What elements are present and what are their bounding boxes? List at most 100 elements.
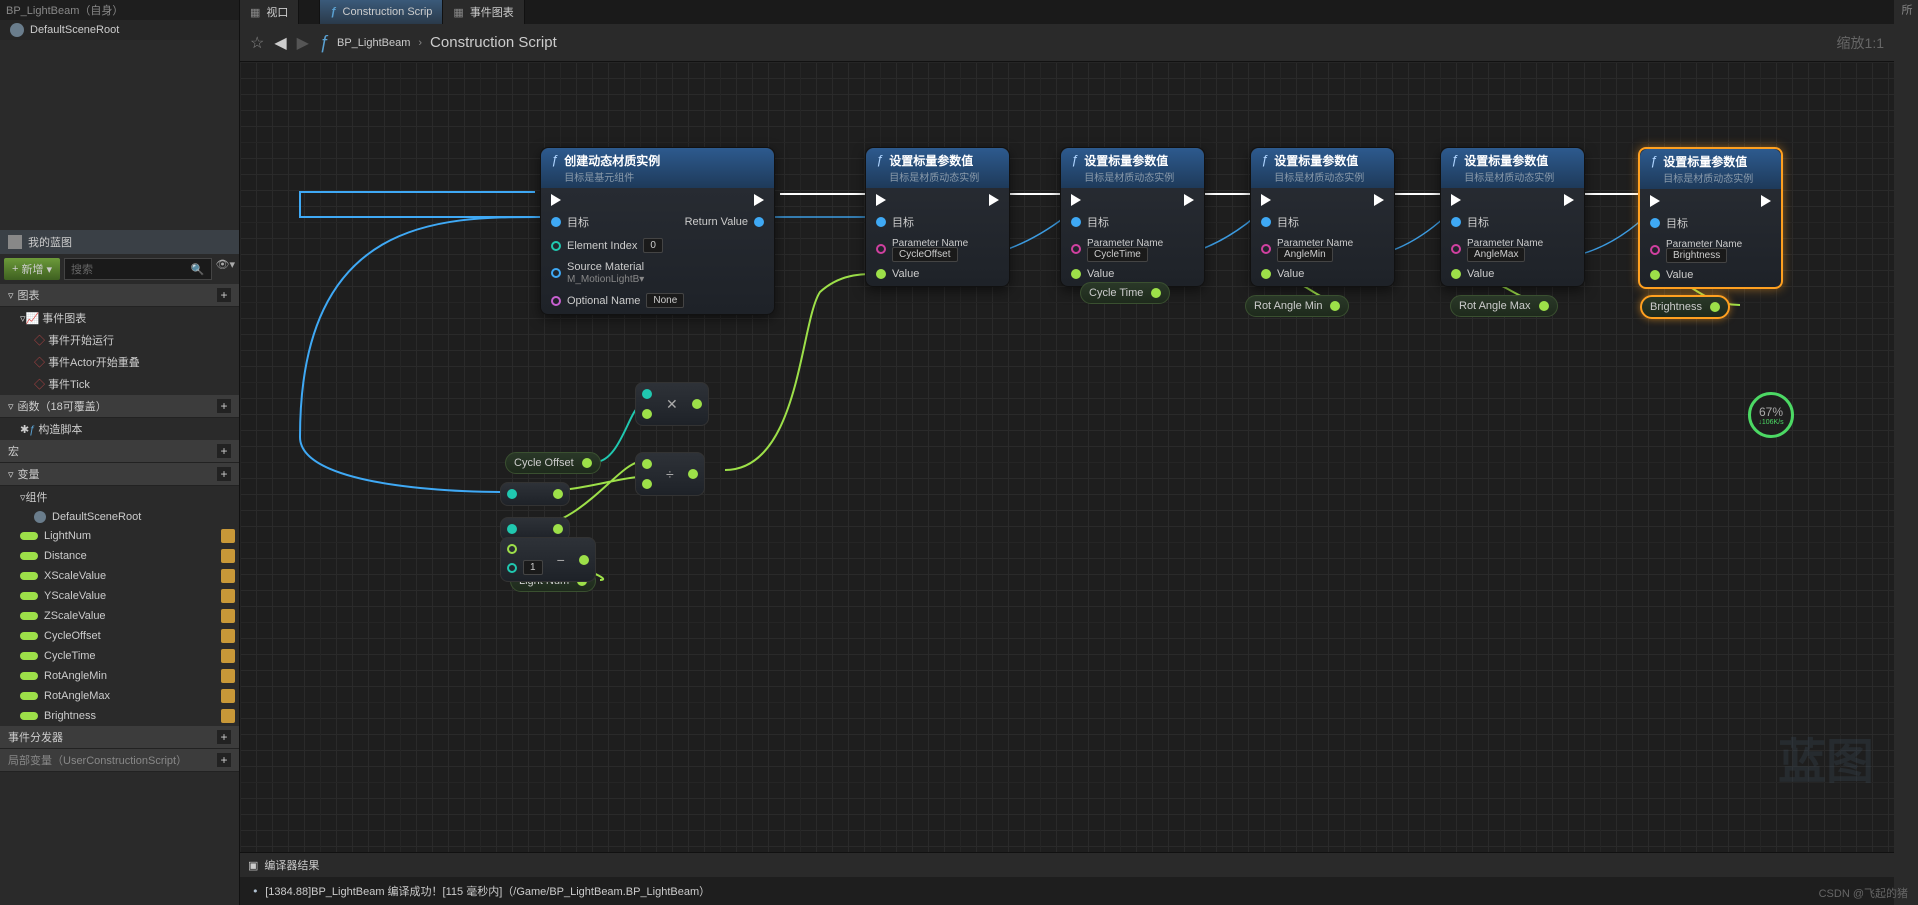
var-rot-angle-max[interactable]: Rot Angle Max [1450, 295, 1558, 317]
target-pin[interactable]: 目标 [1071, 214, 1109, 230]
add-macro-button[interactable]: + [217, 444, 231, 458]
node-set-scalar-brightness[interactable]: ƒ设置标量参数值目标是材质动态实例目标Parameter NameBrightn… [1638, 147, 1783, 289]
add-graph-button[interactable]: + [217, 288, 231, 302]
new-button[interactable]: + 新增 ▾ [4, 258, 60, 280]
node-convert-1[interactable] [500, 482, 570, 506]
var-cycle-time[interactable]: Cycle Time [1080, 282, 1170, 304]
event-overlap[interactable]: ◇ 事件Actor开始重叠 [0, 351, 239, 373]
variable-rotanglemin[interactable]: RotAngleMin [0, 666, 239, 686]
output-pin[interactable] [579, 555, 589, 565]
category-locals[interactable]: 局部变量（UserConstructionScript） + [0, 749, 239, 772]
value-pin[interactable]: Value [1650, 269, 1693, 281]
target-pin[interactable]: 目标 [1261, 214, 1299, 230]
input-pin-b[interactable] [507, 563, 517, 573]
variable-rotanglemax[interactable]: RotAngleMax [0, 686, 239, 706]
add-function-button[interactable]: + [217, 399, 231, 413]
variable-xscalevalue[interactable]: XScaleValue [0, 566, 239, 586]
node-set-scalar-cycletime[interactable]: ƒ设置标量参数值目标是材质动态实例目标Parameter NameCycleTi… [1060, 147, 1205, 287]
variable-distance[interactable]: Distance [0, 546, 239, 566]
variable-brightness[interactable]: Brightness [0, 706, 239, 726]
input-pin-a[interactable] [642, 459, 652, 469]
target-pin[interactable]: 目标 [876, 214, 914, 230]
node-subtract[interactable]: 1 − [500, 537, 596, 582]
exec-out-pin[interactable] [1564, 194, 1574, 206]
category-dispatchers[interactable]: 事件分发器 + [0, 726, 239, 749]
visibility-toggle[interactable] [221, 689, 235, 703]
exec-in-pin[interactable] [1650, 195, 1660, 207]
variable-zscalevalue[interactable]: ZScaleValue [0, 606, 239, 626]
output-pin[interactable] [1330, 301, 1340, 311]
var-rot-angle-min[interactable]: Rot Angle Min [1245, 295, 1349, 317]
category-macros[interactable]: 宏 + [0, 440, 239, 463]
add-local-button[interactable]: + [217, 753, 231, 767]
output-pin[interactable] [1539, 301, 1549, 311]
value-pin[interactable]: Value [1071, 268, 1114, 280]
optional-name-pin[interactable]: Optional NameNone [551, 293, 684, 308]
exec-in-pin[interactable] [1071, 194, 1081, 206]
variable-components-group[interactable]: ▿组件 [0, 486, 239, 508]
variable-yscalevalue[interactable]: YScaleValue [0, 586, 239, 606]
value-pin[interactable]: Value [1451, 268, 1494, 280]
exec-out-pin[interactable] [1374, 194, 1384, 206]
visibility-toggle[interactable] [221, 529, 235, 543]
output-pin[interactable] [553, 524, 563, 534]
exec-out-pin[interactable] [989, 194, 999, 206]
param-name-pin[interactable]: Parameter NameCycleTime [1071, 238, 1163, 260]
tab-event-graph[interactable]: ▦事件图表 [443, 0, 524, 24]
output-pin[interactable] [688, 469, 698, 479]
source-material-pin[interactable]: Source MaterialM_MotionLightB▾ [551, 261, 644, 285]
param-name-pin[interactable]: Parameter NameBrightness [1650, 239, 1742, 261]
input-pin[interactable] [507, 489, 517, 499]
tab-construction[interactable]: ƒConstruction Scrip [320, 0, 443, 24]
node-divide[interactable]: ÷ [635, 452, 705, 496]
right-panel-collapsed[interactable]: 所 [1894, 0, 1918, 905]
tab-viewport[interactable]: ▦视口 [240, 0, 299, 24]
exec-in-pin[interactable] [1261, 194, 1271, 206]
visibility-toggle[interactable] [221, 669, 235, 683]
variable-lightnum[interactable]: LightNum [0, 526, 239, 546]
output-pin[interactable] [553, 489, 563, 499]
visibility-icon[interactable]: 👁▾ [216, 258, 236, 280]
exec-out-pin[interactable] [1761, 195, 1771, 207]
input-pin[interactable] [507, 524, 517, 534]
add-variable-button[interactable]: + [217, 467, 231, 481]
param-name-pin[interactable]: Parameter NameCycleOffset [876, 238, 968, 260]
nav-back-button[interactable]: ◀ [274, 33, 286, 53]
visibility-toggle[interactable] [221, 649, 235, 663]
variable-default-scene-root[interactable]: DefaultSceneRoot [0, 508, 239, 526]
visibility-toggle[interactable] [221, 629, 235, 643]
output-pin[interactable] [1710, 302, 1720, 312]
construction-script-item[interactable]: ✱ƒ 构造脚本 [0, 418, 239, 440]
param-name-pin[interactable]: Parameter NameAngleMax [1451, 238, 1543, 260]
category-graphs[interactable]: ▿图表 + [0, 284, 239, 307]
return-pin[interactable]: Return Value [685, 216, 764, 228]
input-pin-a[interactable] [642, 389, 652, 399]
node-set-scalar-anglemax[interactable]: ƒ设置标量参数值目标是材质动态实例目标Parameter NameAngleMa… [1440, 147, 1585, 287]
node-create-dmi[interactable]: ƒ 创建动态材质实例 目标是基元组件 目标Return Value Elemen… [540, 147, 775, 315]
category-variables[interactable]: ▿变量 + [0, 463, 239, 486]
node-multiply[interactable]: ✕ [635, 382, 709, 426]
element-index-pin[interactable]: Element Index0 [551, 238, 663, 253]
node-set-scalar-anglemin[interactable]: ƒ设置标量参数值目标是材质动态实例目标Parameter NameAngleMi… [1250, 147, 1395, 287]
exec-in-pin[interactable] [551, 194, 561, 206]
compiler-header[interactable]: ▣ 编译器结果 [240, 853, 1894, 877]
variable-cycleoffset[interactable]: CycleOffset [0, 626, 239, 646]
value-pin[interactable]: Value [1261, 268, 1304, 280]
favorite-icon[interactable]: ☆ [250, 33, 264, 53]
category-functions[interactable]: ▿函数（18可覆盖） + [0, 395, 239, 418]
event-beginplay[interactable]: ◇ 事件开始运行 [0, 329, 239, 351]
variable-cycletime[interactable]: CycleTime [0, 646, 239, 666]
event-graph-item[interactable]: ▿📈 事件图表 [0, 307, 239, 329]
var-brightness[interactable]: Brightness [1640, 295, 1730, 319]
add-dispatcher-button[interactable]: + [217, 730, 231, 744]
input-pin-b[interactable] [642, 409, 652, 419]
output-pin[interactable] [582, 458, 592, 468]
visibility-toggle[interactable] [221, 569, 235, 583]
output-pin[interactable] [1151, 288, 1161, 298]
visibility-toggle[interactable] [221, 589, 235, 603]
target-pin[interactable]: 目标 [1650, 215, 1688, 231]
value-pin[interactable]: Value [876, 268, 919, 280]
graph-canvas[interactable]: ƒ 创建动态材质实例 目标是基元组件 目标Return Value Elemen… [240, 62, 1894, 852]
breadcrumb-leaf[interactable]: Construction Script [430, 34, 557, 51]
component-default-root[interactable]: DefaultSceneRoot [0, 20, 239, 40]
